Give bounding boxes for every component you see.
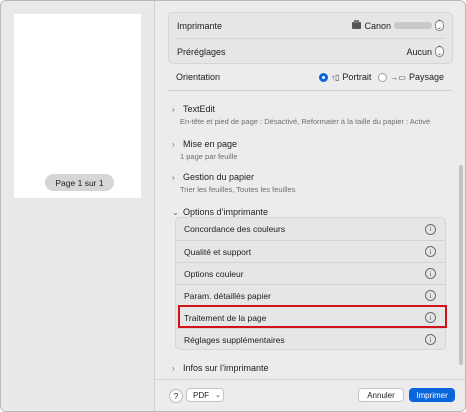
print-dialog: Page 1 sur 1 Imprimante Canon ⌃ ⌄ Prérégl…: [0, 0, 466, 412]
option-label: Options couleur: [184, 268, 244, 279]
divider: [168, 90, 452, 91]
presets-value: Aucun: [406, 46, 432, 57]
page-indicator[interactable]: Page 1 sur 1: [45, 174, 114, 191]
cancel-button[interactable]: Annuler: [358, 388, 404, 402]
help-button[interactable]: ?: [169, 389, 183, 403]
printer-label: Imprimante: [177, 20, 223, 31]
info-icon[interactable]: i: [425, 290, 436, 301]
info-icon[interactable]: i: [425, 246, 436, 257]
portrait-icon: ↑▯: [330, 72, 340, 82]
printer-row[interactable]: Imprimante Canon ⌃ ⌄: [177, 13, 444, 38]
chevron-right-icon: ›: [172, 172, 175, 182]
printer-model-redacted: [394, 22, 432, 29]
settings-scroll-area[interactable]: Orientation ↑▯ Portrait →▭ Paysage › Text…: [156, 67, 454, 379]
printer-icon: [352, 20, 362, 29]
option-row-color-matching[interactable]: Concordance des couleurs i: [176, 218, 445, 240]
chevron-right-icon: ›: [172, 104, 175, 114]
preview-pane: Page 1 sur 1: [1, 1, 155, 411]
section-summary: Trier les feuilles, Toutes les feuilles: [180, 185, 296, 194]
section-layout[interactable]: › Mise en page 1 page par feuille: [172, 139, 442, 161]
section-title: Infos sur l’imprimante: [183, 363, 269, 373]
printer-value: Canon: [364, 20, 391, 31]
chevron-updown-icon: ⌃ ⌄: [435, 45, 444, 57]
section-title: Mise en page: [183, 139, 238, 149]
info-icon[interactable]: i: [425, 334, 436, 345]
option-row-additional-settings[interactable]: Réglages supplémentaires i: [176, 328, 445, 350]
printer-options-list: Concordance des couleurs i Qualité et su…: [175, 217, 446, 350]
chevron-right-icon: ›: [172, 139, 175, 149]
pdf-menu-button[interactable]: PDF ⌄: [186, 388, 224, 402]
orientation-options: ↑▯ Portrait →▭ Paysage: [318, 72, 444, 82]
presets-row[interactable]: Préréglages Aucun ⌃ ⌄: [177, 39, 444, 64]
option-row-color-options[interactable]: Options couleur i: [176, 262, 445, 284]
printer-select[interactable]: Canon ⌃ ⌄: [352, 20, 444, 31]
option-label: Réglages supplémentaires: [184, 334, 285, 345]
option-label: Param. détaillés papier: [184, 290, 271, 301]
info-icon[interactable]: i: [425, 223, 436, 235]
landscape-icon: →▭: [390, 72, 406, 82]
landscape-label: Paysage: [408, 72, 444, 82]
orientation-row: Orientation ↑▯ Portrait →▭ Paysage: [176, 70, 444, 84]
printer-presets-group: Imprimante Canon ⌃ ⌄ Préréglages Aucun ⌃ ⌄: [168, 12, 453, 64]
option-label: Concordance des couleurs: [184, 224, 286, 234]
portrait-radio[interactable]: [318, 72, 328, 82]
option-label: Qualité et support: [184, 246, 252, 257]
chevron-down-icon: ⌄: [172, 207, 179, 217]
section-summary: 1 page par feuille: [180, 152, 238, 161]
scrollbar-thumb[interactable]: [459, 165, 463, 365]
settings-pane: Imprimante Canon ⌃ ⌄ Préréglages Aucun ⌃ ⌄: [156, 1, 465, 411]
chevron-right-icon: ›: [172, 363, 175, 373]
orientation-label: Orientation: [176, 72, 221, 82]
chevron-down-icon: ⌄: [215, 392, 221, 399]
section-title: TextEdit: [183, 104, 216, 114]
option-row-quality-media[interactable]: Qualité et support i: [176, 240, 445, 262]
section-paper-handling[interactable]: › Gestion du papier Trier les feuilles, T…: [172, 172, 442, 194]
page-preview: [14, 14, 141, 198]
chevron-updown-icon: ⌃ ⌄: [435, 19, 444, 31]
divider: [156, 379, 465, 380]
presets-select[interactable]: Aucun ⌃ ⌄: [406, 46, 444, 57]
section-printer-info[interactable]: › Infos sur l’imprimante: [172, 363, 442, 373]
section-title: Gestion du papier: [183, 172, 255, 182]
print-button[interactable]: Imprimer: [409, 388, 455, 402]
portrait-label: Portrait: [342, 72, 372, 82]
highlight-box: [178, 305, 447, 328]
section-title: Options d’imprimante: [183, 207, 269, 217]
option-row-paper-settings[interactable]: Param. détaillés papier i: [176, 284, 445, 306]
section-printer-options[interactable]: ⌄ Options d’imprimante: [172, 207, 442, 217]
pdf-label: PDF: [193, 390, 209, 400]
info-icon[interactable]: i: [425, 268, 436, 279]
landscape-radio[interactable]: [378, 72, 388, 82]
section-textedit[interactable]: › TextEdit En-tête et pied de page : Désa…: [172, 104, 442, 126]
presets-label: Préréglages: [177, 46, 226, 57]
section-summary: En-tête et pied de page : Désactivé, Ref…: [180, 117, 431, 126]
